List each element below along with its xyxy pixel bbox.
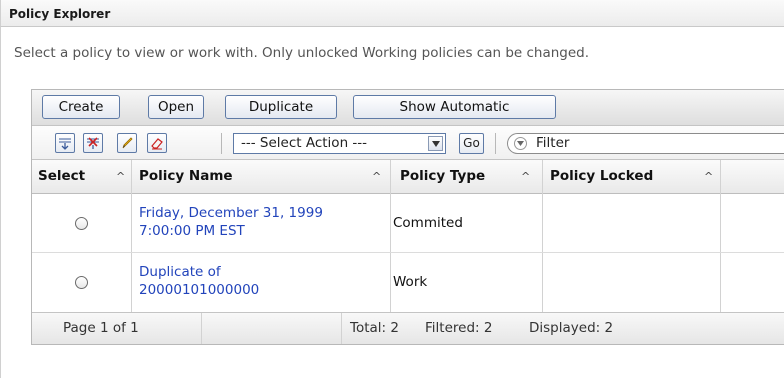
- chevron-down-icon: [428, 136, 443, 151]
- filter-placeholder: Filter: [536, 135, 570, 151]
- intro-text: Select a policy to view or work with. On…: [14, 45, 590, 61]
- table-toolbar: --- Select Action --- Go Filter: [32, 126, 784, 160]
- policy-name-line1: Duplicate of: [139, 264, 221, 280]
- footer-divider: [341, 313, 342, 344]
- sort-policy-name-icon[interactable]: ^: [372, 160, 381, 193]
- go-button[interactable]: Go: [459, 133, 484, 154]
- policy-type: Work: [393, 274, 428, 290]
- policy-table: Create Open Duplicate Show Automatic ---…: [31, 89, 784, 345]
- table-row[interactable]: Friday, December 31, 1999 7:00:00 PM EST…: [32, 194, 784, 253]
- filter-input[interactable]: Filter: [507, 133, 784, 154]
- sort-policy-type-icon[interactable]: ^: [521, 160, 530, 193]
- page-indicator: Page 1 of 1: [63, 320, 139, 336]
- table-footer: Page 1 of 1 Total: 2 Filtered: 2 Display…: [32, 312, 784, 344]
- create-button[interactable]: Create: [42, 95, 120, 119]
- footer-divider: [201, 313, 202, 344]
- toolbar-separator: [221, 133, 222, 154]
- column-header-policy-locked[interactable]: Policy Locked: [550, 160, 653, 193]
- row-select-radio[interactable]: [75, 217, 88, 230]
- open-button[interactable]: Open: [148, 95, 204, 119]
- column-header-policy-type[interactable]: Policy Type: [400, 160, 485, 193]
- panel-title: Policy Explorer: [9, 7, 111, 21]
- policy-name-link[interactable]: Duplicate of 20000101000000: [139, 263, 259, 299]
- displayed-count: Displayed: 2: [529, 320, 614, 336]
- filter-dropdown-icon[interactable]: [514, 137, 527, 150]
- policy-name-line1: Friday, December 31, 1999: [139, 205, 323, 221]
- duplicate-button[interactable]: Duplicate: [225, 95, 337, 119]
- sort-select-icon[interactable]: ^: [116, 160, 125, 193]
- table-row[interactable]: Duplicate of 20000101000000 Work: [32, 253, 784, 312]
- policy-name-line2: 20000101000000: [139, 282, 260, 298]
- policy-type: Commited: [393, 215, 463, 231]
- column-header-select[interactable]: Select: [38, 160, 85, 193]
- sort-policy-locked-icon[interactable]: ^: [704, 160, 713, 193]
- expand-all-icon[interactable]: [55, 133, 75, 153]
- table-header: Select ^ Policy Name ^ Policy Type ^ Pol…: [32, 160, 784, 194]
- edit-icon[interactable]: [117, 133, 137, 153]
- button-bar: Create Open Duplicate Show Automatic: [32, 90, 784, 126]
- select-action-dropdown[interactable]: --- Select Action ---: [233, 133, 446, 154]
- select-action-value: --- Select Action ---: [241, 135, 368, 151]
- panel-left-border: [0, 27, 1, 378]
- panel-title-bar: Policy Explorer: [0, 0, 784, 27]
- row-select-radio[interactable]: [75, 276, 88, 289]
- column-header-policy-name[interactable]: Policy Name: [139, 160, 233, 193]
- show-automatic-button[interactable]: Show Automatic: [353, 95, 556, 119]
- clear-icon[interactable]: [147, 133, 167, 153]
- filtered-count: Filtered: 2: [425, 320, 493, 336]
- total-count: Total: 2: [350, 320, 399, 336]
- toolbar-separator: [495, 133, 496, 154]
- collapse-all-icon[interactable]: [83, 133, 103, 153]
- policy-name-link[interactable]: Friday, December 31, 1999 7:00:00 PM EST: [139, 204, 323, 240]
- policy-name-line2: 7:00:00 PM EST: [139, 223, 245, 239]
